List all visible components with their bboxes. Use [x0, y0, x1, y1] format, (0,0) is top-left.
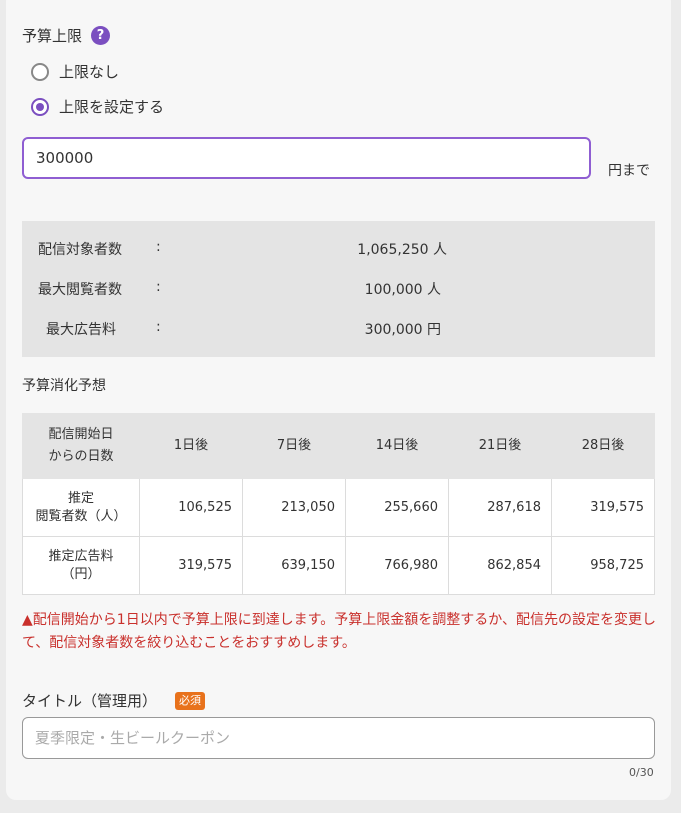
max-viewers-value: 100,000 人: [364, 282, 441, 298]
corner-header: 配信開始日 からの日数: [22, 413, 140, 479]
max-ad-fee-label: 最大広告料: [46, 322, 116, 338]
budget-warning-message: ▲配信開始から1日以内で予算上限に到達します。予算上限金額を調整するか、配信先の…: [22, 609, 662, 655]
corner-header-line2: からの日数: [48, 449, 114, 464]
title-input[interactable]: [22, 717, 655, 759]
table-cell: 862,854: [448, 536, 552, 595]
budget-unit-suffix: 円まで: [608, 163, 650, 179]
row-header: 推定 閲覧者数（人）: [22, 478, 140, 537]
settings-panel: [6, 0, 671, 800]
table-row: 推定 閲覧者数（人） 106,525 213,050 255,660 287,6…: [22, 478, 655, 537]
required-badge: 必須: [175, 692, 205, 710]
column-header: 21日後: [448, 413, 552, 479]
table-cell: 319,575: [139, 536, 243, 595]
table-cell: 639,150: [242, 536, 346, 595]
char-counter: 0/30: [629, 766, 654, 779]
table-cell: 319,575: [551, 478, 655, 537]
target-audience-label: 配信対象者数: [38, 242, 122, 258]
budget-amount-input[interactable]: [22, 137, 591, 179]
forecast-title: 予算消化予想: [22, 378, 106, 394]
table-row: 推定広告料 （円） 319,575 639,150 766,980 862,85…: [22, 536, 655, 595]
column-header: 7日後: [242, 413, 346, 479]
table-cell: 213,050: [242, 478, 346, 537]
stat-colon: :: [156, 279, 161, 295]
question-circle-icon[interactable]: ?: [91, 26, 110, 45]
row-header-line2: 閲覧者数（人）: [35, 508, 127, 524]
audience-summary-box: 配信対象者数 : 1,065,250 人 最大閲覧者数 : 100,000 人 …: [22, 221, 655, 357]
row-header-line2: （円）: [61, 566, 101, 582]
max-viewers-label: 最大閲覧者数: [38, 282, 122, 298]
row-header: 推定広告料 （円）: [22, 536, 140, 595]
table-cell: 255,660: [345, 478, 449, 537]
title-field-label: タイトル（管理用）: [22, 692, 158, 710]
radio-no-limit[interactable]: 上限なし: [31, 61, 119, 82]
radio-set-limit[interactable]: 上限を設定する: [31, 96, 164, 117]
table-cell: 106,525: [139, 478, 243, 537]
stat-colon: :: [156, 319, 161, 335]
radio-circle-selected[interactable]: [31, 97, 49, 116]
radio-set-limit-label: 上限を設定する: [59, 98, 165, 116]
column-header: 1日後: [139, 413, 243, 479]
table-cell: 287,618: [448, 478, 552, 537]
radio-circle[interactable]: [31, 62, 49, 81]
column-header: 28日後: [551, 413, 655, 479]
budget-limit-label: 予算上限: [22, 27, 83, 45]
table-cell: 958,725: [551, 536, 655, 595]
row-header-line1: 推定: [67, 490, 94, 506]
warning-triangle-icon: ▲: [22, 612, 33, 628]
corner-header-line1: 配信開始日: [48, 427, 114, 442]
target-audience-value: 1,065,250 人: [357, 242, 447, 258]
table-cell: 766,980: [345, 536, 449, 595]
forecast-header-row: 配信開始日 からの日数 1日後 7日後 14日後 21日後 28日後: [22, 413, 655, 479]
warning-text: 配信開始から1日以内で予算上限に到達します。予算上限金額を調整するか、配信先の設…: [22, 612, 657, 651]
max-ad-fee-value: 300,000 円: [364, 322, 441, 338]
forecast-table: 配信開始日 からの日数 1日後 7日後 14日後 21日後 28日後 推定 閲覧…: [22, 413, 655, 595]
row-header-line1: 推定広告料: [48, 548, 114, 564]
column-header: 14日後: [345, 413, 449, 479]
radio-no-limit-label: 上限なし: [59, 63, 120, 81]
stat-colon: :: [156, 239, 161, 255]
